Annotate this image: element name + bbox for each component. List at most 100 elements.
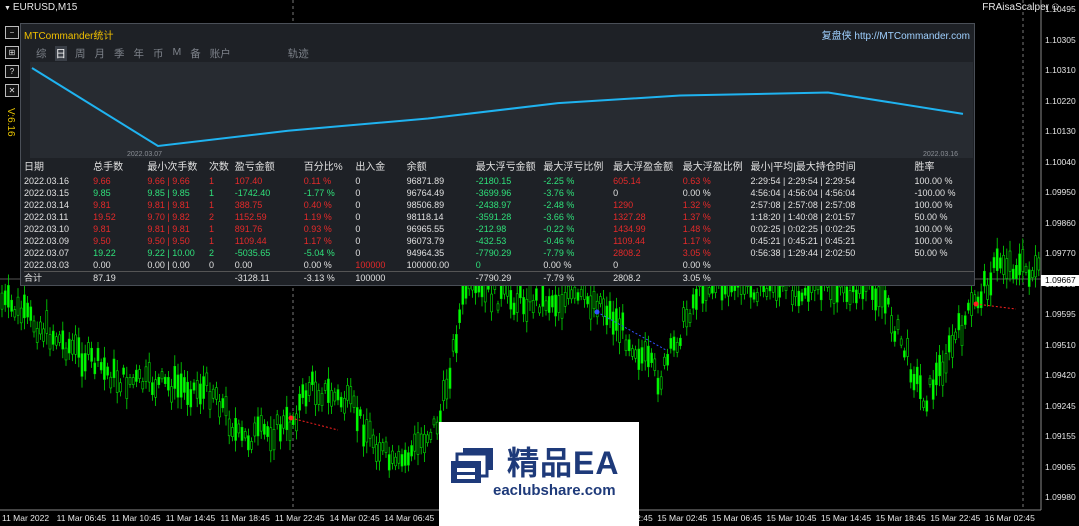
table-row[interactable]: 2022.03.16 9.66 9.66 | 9.66 1 107.40 0.11 % 0 9…	[24, 175, 974, 187]
table-row[interactable]: 2022.03.03 0.00 0.00 | 0.00 0 0.00 0.00 % 1000…	[24, 259, 974, 272]
candle	[160, 368, 164, 383]
total-cell: 3.05 %	[682, 271, 751, 284]
table-cell: -5035.65	[234, 248, 271, 258]
column-header[interactable]: 最小次手数	[147, 161, 209, 175]
candle	[247, 428, 250, 458]
candle	[589, 284, 593, 331]
candle	[234, 407, 237, 452]
candle	[445, 369, 449, 409]
tab-8[interactable]: 备	[189, 46, 202, 61]
table-cell: 0	[355, 212, 361, 222]
column-header[interactable]: 盈亏金额	[235, 161, 304, 175]
price-axis[interactable]: 1.10495 1.10305 1.10310 1.10220 1.10130 1.100…	[1041, 0, 1079, 510]
price-tick-label: 1.09155	[1045, 431, 1076, 441]
tab-1[interactable]: 日	[54, 46, 67, 61]
candle	[672, 330, 676, 357]
candle	[327, 367, 330, 415]
table-cell: -2.48 %	[543, 200, 575, 210]
candle	[167, 370, 170, 397]
table-row[interactable]: 2022.03.14 9.81 9.81 | 9.81 1 388.75 0.40 % 0 9…	[24, 199, 974, 211]
column-header[interactable]: 日期	[24, 161, 93, 175]
column-header[interactable]: 余额	[407, 161, 476, 175]
candle	[0, 285, 4, 318]
candle	[138, 365, 141, 384]
column-header[interactable]: 次数	[209, 161, 235, 175]
candle	[570, 285, 573, 304]
candle	[208, 382, 212, 419]
column-header[interactable]: 总手数	[93, 161, 147, 175]
tab-10[interactable]: 轨迹	[287, 46, 310, 61]
table-cell: 9.81	[93, 224, 111, 234]
column-header[interactable]: 最大浮亏比例	[543, 161, 613, 175]
candle	[115, 360, 119, 404]
candle	[333, 387, 337, 406]
tab-6[interactable]: 币	[152, 46, 165, 61]
layout-button[interactable]: ⊞	[5, 46, 19, 59]
candle	[624, 334, 628, 357]
table-cell: 0	[355, 224, 361, 234]
candle	[1024, 263, 1028, 276]
table-row[interactable]: 2022.03.10 9.81 9.81 | 9.81 1 891.76 0.93 % 0 9…	[24, 223, 974, 235]
tab-5[interactable]: 年	[133, 46, 146, 61]
candle	[522, 289, 525, 323]
panel-site-link[interactable]: 复盘侠 http://MTCommander.com	[822, 27, 970, 42]
chart-symbol-label: ▼ EURUSD,M15	[4, 2, 78, 13]
candle	[71, 333, 74, 362]
table-cell: 0	[355, 200, 361, 210]
table-cell: -7790.29	[475, 248, 512, 258]
candle	[64, 342, 68, 366]
column-header[interactable]: 最大浮盈比例	[683, 161, 751, 175]
tab-0[interactable]: 综	[35, 46, 48, 61]
candle	[960, 315, 964, 356]
candle	[707, 284, 711, 298]
column-header[interactable]: 最小|平均|最大持仓时间	[751, 161, 915, 175]
candle	[967, 299, 970, 314]
candle	[947, 327, 951, 361]
table-cell: 100.00 %	[914, 236, 953, 246]
column-header[interactable]: 胜率	[915, 161, 974, 175]
candle	[387, 446, 391, 478]
tab-3[interactable]: 月	[94, 46, 107, 61]
help-button[interactable]: ?	[5, 65, 19, 78]
candle	[368, 412, 372, 447]
candle	[173, 355, 177, 400]
table-row[interactable]: 2022.03.15 9.85 9.85 | 9.85 1 -1742.40 -1.77 …	[24, 187, 974, 199]
candle	[979, 283, 983, 316]
table-cell: 0	[355, 236, 361, 246]
candle	[381, 438, 385, 455]
candle	[215, 381, 218, 406]
tab-7[interactable]: M	[172, 46, 183, 61]
tab-9[interactable]: 账户	[209, 46, 232, 61]
candle	[128, 373, 132, 388]
column-header[interactable]: 出入金	[355, 161, 406, 175]
table-row[interactable]: 2022.03.11 19.52 9.70 | 9.82 2 1152.59 1.19 %…	[24, 211, 974, 223]
time-tick-label: 15 Mar 22:45	[930, 513, 981, 523]
minimize-button[interactable]: −	[5, 26, 19, 39]
table-row[interactable]: 2022.03.09 9.50 9.50 | 9.50 1 1109.44 1.17 % 0…	[24, 235, 974, 247]
candle	[320, 387, 324, 412]
table-cell: 9.70 | 9.82	[147, 212, 190, 222]
candle	[899, 335, 903, 349]
candle	[141, 377, 145, 393]
table-cell: 2022.03.10	[24, 224, 70, 234]
table-cell	[751, 259, 915, 272]
candle	[346, 378, 349, 408]
candle	[458, 303, 461, 330]
candle	[525, 288, 529, 333]
candle	[643, 332, 647, 371]
close-button[interactable]: ✕	[5, 84, 19, 97]
column-header[interactable]: 最大浮盈金额	[613, 161, 683, 175]
candle	[218, 394, 221, 425]
table-row[interactable]: 2022.03.07 19.22 9.22 | 10.00 2 -5035.65 -5.0…	[24, 247, 974, 259]
tab-4[interactable]: 季	[113, 46, 126, 61]
candle	[983, 263, 986, 294]
candle	[282, 409, 285, 435]
period-tabs: 综日周月季年币 M 备账户 轨迹	[35, 46, 317, 61]
column-header[interactable]: 百分比%	[304, 161, 356, 175]
candle	[186, 370, 189, 416]
candle	[61, 321, 65, 359]
column-header[interactable]: 最大浮亏金额	[476, 161, 544, 175]
candle	[365, 408, 369, 454]
table-cell: 0	[613, 260, 619, 270]
tab-2[interactable]: 周	[74, 46, 87, 61]
